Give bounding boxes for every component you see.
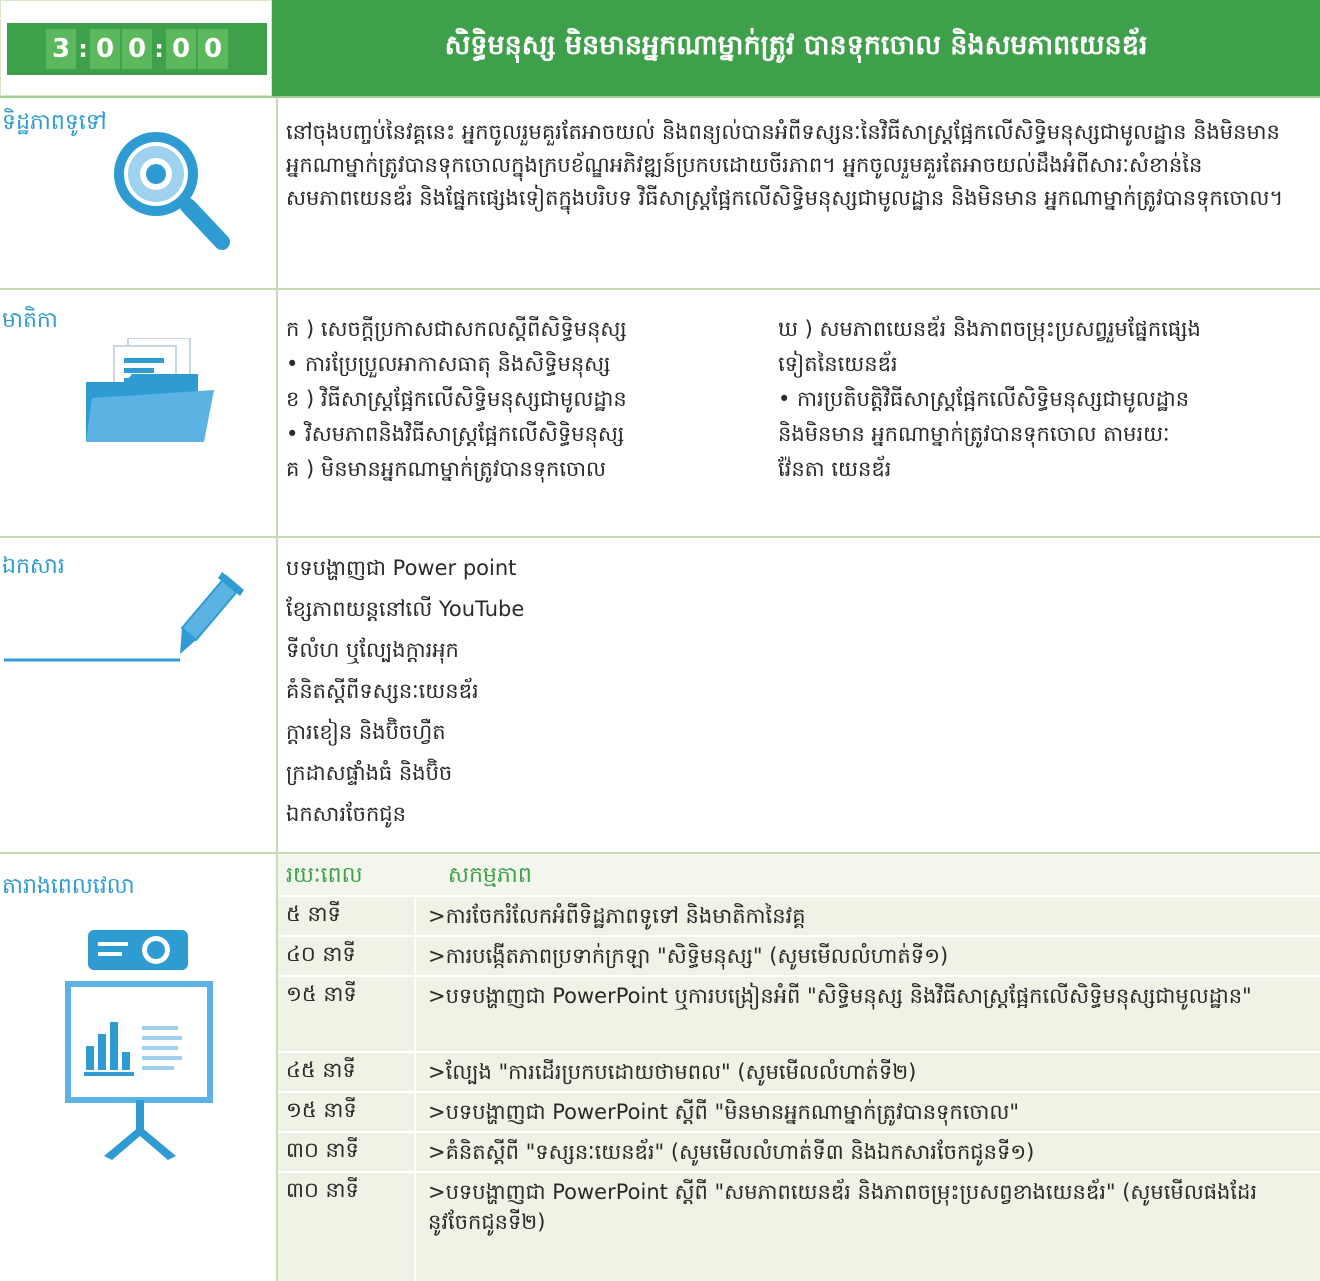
folder-icon — [86, 337, 226, 452]
duration-cell: ១៥ នាទី — [286, 1098, 357, 1122]
duration-cell: ៣០ នាទី — [286, 1178, 359, 1202]
list-item: • វិសមភាពនិងវិធីសាស្ត្រផ្អែកលើសិទ្ធិមនុស… — [286, 422, 625, 446]
activity-column-header: សកម្មភាព — [448, 863, 532, 888]
page-title: សិទ្ធិមនុស្ស មិនមានអ្នកណាម្នាក់ត្រូវ បាន… — [272, 0, 1320, 96]
row-divider — [0, 852, 1320, 854]
activity-cell: >ល្បែង "ការដើរប្រកបដោយថាមពល" (សូមមើលលំហា… — [428, 1060, 917, 1084]
duration-cell: ៣០ នាទី — [286, 1138, 359, 1162]
list-item: ក ) សេចក្តីប្រកាសជាសកលស្តីពីសិទ្ធិមនុស្ស — [286, 317, 627, 341]
activity-cell: >បទបង្ហាញជា PowerPoint ស្តីពី "សមភាពយេនឌ… — [428, 1180, 1258, 1234]
timer-digit: 0 — [198, 29, 228, 69]
contents-right-list: ឃ ) សមភាពយេនឌ័រ និងភាពចម្រុះប្រសព្វរួមផ្… — [778, 312, 1310, 487]
table-row: ៤០ នាទី >ការបង្កើតភាពប្រទាក់ក្រឡា "សិទ្ធ… — [278, 935, 1320, 975]
timer-digit: 0 — [166, 29, 196, 69]
duration-cell: ៤០ នាទី — [286, 942, 356, 966]
timer-digit: 3 — [46, 29, 76, 69]
contents-label: មាតិកា — [2, 308, 58, 333]
activity-cell: >បទបង្ហាញជា PowerPoint ស្តីពី "មិនមានអ្ន… — [428, 1100, 1020, 1124]
list-item: ក្រដាសផ្ទាំងធំ និងប៊ិច — [286, 761, 453, 785]
table-row: ៣០ នាទី >បទបង្ហាញជា PowerPoint ស្តីពី "ស… — [278, 1171, 1320, 1281]
timer-digit: 0 — [90, 29, 120, 69]
divider — [0, 96, 1320, 98]
activity-cell: >បទបង្ហាញជា PowerPoint ឬការបង្រៀនអំពី "ស… — [428, 984, 1252, 1008]
table-row: ៥ នាទី >ការចែករំលែកអំពីទិដ្ឋភាពទូទៅ និងម… — [278, 895, 1320, 935]
duration-cell: ៤៥ នាទី — [286, 1058, 356, 1082]
list-item: ក្តារខៀន និងប៊ិចហ្វឺត — [286, 720, 446, 744]
activity-cell: >ការបង្កើតភាពប្រទាក់ក្រឡា "សិទ្ធិមនុស្ស"… — [428, 944, 949, 968]
table-row: ៣០ នាទី >គំនិតស្តីពី "ទស្សនៈយេនឌ័រ" (សូម… — [278, 1131, 1320, 1171]
duration-cell: ៥ នាទី — [286, 902, 341, 926]
list-item: ឯកសារចែកជូន — [286, 802, 406, 826]
page-header: 3 : 0 0 : 0 0 សិទ្ធិមនុស្ស មិនមានអ្នកណាម… — [0, 0, 1320, 96]
schedule-header: រយៈពេល សកម្មភាព — [278, 855, 1320, 895]
list-item: ទីលំហ ឬល្បែងក្តារអុក — [286, 638, 459, 662]
duration-column-header: រយៈពេល — [286, 863, 363, 888]
activity-cell: >ការចែករំលែកអំពីទិដ្ឋភាពទូទៅ និងមាតិកានៃ… — [428, 904, 806, 928]
row-divider — [0, 288, 1320, 290]
list-item: ខ្សែភាពយន្តនៅលើ YouTube — [286, 597, 525, 621]
pen-icon — [4, 570, 244, 670]
table-row: ៤៥ នាទី >ល្បែង "ការដើរប្រកបដោយថាមពល" (សូ… — [278, 1051, 1320, 1091]
list-item: • ការប្រែប្រួលអាកាសធាតុ និងសិទ្ធិមនុស្ស — [286, 352, 611, 376]
activity-cell: >គំនិតស្តីពី "ទស្សនៈយេនឌ័រ" (សូមមើលលំហាត… — [428, 1140, 1035, 1164]
contents-left-list: ក ) សេចក្តីប្រកាសជាសកលស្តីពីសិទ្ធិមនុស្ស… — [286, 312, 772, 487]
list-item: បទបង្ហាញជា Power point — [286, 556, 517, 580]
schedule-label: តារាងពេលវេលា — [2, 874, 135, 899]
list-item: ទៀតនៃយេនឌ័រ — [778, 352, 898, 376]
list-item: វ៉ែនតា យេនឌ័រ — [778, 457, 892, 481]
table-row: ១៥ នាទី >បទបង្ហាញជា PowerPoint ស្តីពី "ម… — [278, 1091, 1320, 1131]
duration-cell: ១៥ នាទី — [286, 982, 357, 1006]
list-item: គ ) មិនមានអ្នកណាម្នាក់ត្រូវបានទុកចោល — [286, 457, 607, 481]
row-divider — [0, 536, 1320, 538]
list-item: ឃ ) សមភាពយេនឌ័រ និងភាពចម្រុះប្រសព្វរួមផ្… — [778, 317, 1201, 341]
list-item: ខ ) វិធីសាស្ត្រផ្អែកលើសិទ្ធិមនុស្សជាមូលដ… — [286, 387, 627, 411]
materials-list: បទបង្ហាញជា Power point ខ្សែភាពយន្តនៅលើ Y… — [286, 548, 1186, 835]
timer-digit: 0 — [122, 29, 152, 69]
objectives-label: ទិដ្ឋភាពទូទៅ — [2, 110, 107, 135]
table-row: ១៥ នាទី >បទបង្ហាញជា PowerPoint ឬការបង្រៀ… — [278, 975, 1320, 1051]
list-item: • ការប្រតិបត្តិវិធីសាស្ត្រផ្អែកលើសិទ្ធិម… — [778, 387, 1190, 411]
magnifier-icon — [104, 130, 254, 264]
duration-timer: 3 : 0 0 : 0 0 — [0, 0, 272, 96]
list-item: គំនិតស្តីពីទស្សនៈយេនឌ័រ — [286, 679, 479, 703]
projector-icon — [60, 930, 220, 1174]
objectives-text: នៅចុងបញ្ចប់នៃវគ្គនេះ អ្នកចូលរួមគួរតែអាចយ… — [286, 120, 1284, 210]
list-item: និងមិនមាន អ្នកណាម្នាក់ត្រូវបានទុកចោល តាម… — [778, 422, 1170, 446]
